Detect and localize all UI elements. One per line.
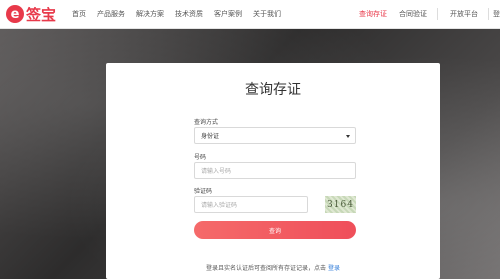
logo[interactable]: e 签宝 <box>6 3 56 25</box>
nav-item-qualifications[interactable]: 技术资质 <box>175 9 203 19</box>
nav-divider <box>488 8 489 20</box>
captcha-label: 验证码 <box>194 188 213 195</box>
login-hint: 登录且实名认证后可查阅所有存证记录，点击 登录 <box>106 263 440 272</box>
query-type-label: 查询方式 <box>194 119 219 126</box>
number-placeholder: 请输入号码 <box>201 168 232 175</box>
nav-item-products[interactable]: 产品服务 <box>97 9 125 19</box>
nav-item-contract-verify[interactable]: 合同验证 <box>399 9 427 19</box>
page-title: 查询存证 <box>245 82 301 98</box>
nav-item-solutions[interactable]: 解决方案 <box>136 9 164 19</box>
main-nav: 首页 产品服务 解决方案 技术资质 客户案例 关于我们 <box>72 0 292 28</box>
query-type-value: 身份证 <box>201 133 220 140</box>
nav-item-login[interactable]: 登 <box>493 9 500 19</box>
query-button[interactable]: 查询 <box>194 221 356 239</box>
query-type-select[interactable]: 身份证 <box>194 127 356 144</box>
right-nav: 查询存证 合同验证 开放平台 登 <box>347 0 500 28</box>
login-hint-text: 登录且实名认证后可查阅所有存证记录，点击 <box>206 265 327 272</box>
query-card: 查询存证 查询方式 身份证 号码 请输入号码 验证码 请输入验证码 3164 查… <box>106 63 440 279</box>
nav-divider <box>437 8 438 20</box>
top-header: e 签宝 首页 产品服务 解决方案 技术资质 客户案例 关于我们 查询存证 合同… <box>0 0 500 29</box>
caret-down-icon <box>346 135 350 138</box>
nav-item-open-platform[interactable]: 开放平台 <box>450 9 478 19</box>
nav-item-cases[interactable]: 客户案例 <box>214 9 242 19</box>
number-label: 号码 <box>194 154 207 161</box>
captcha-input[interactable]: 请输入验证码 <box>194 196 308 213</box>
login-link[interactable]: 登录 <box>328 265 340 272</box>
nav-item-query-evidence[interactable]: 查询存证 <box>359 9 387 19</box>
number-input[interactable]: 请输入号码 <box>194 162 356 179</box>
nav-item-home[interactable]: 首页 <box>72 9 86 19</box>
logo-e-icon: e <box>6 5 24 23</box>
captcha-placeholder: 请输入验证码 <box>201 202 238 209</box>
logo-text: 签宝 <box>26 5 57 24</box>
captcha-image[interactable]: 3164 <box>325 196 356 213</box>
nav-item-about[interactable]: 关于我们 <box>253 9 281 19</box>
